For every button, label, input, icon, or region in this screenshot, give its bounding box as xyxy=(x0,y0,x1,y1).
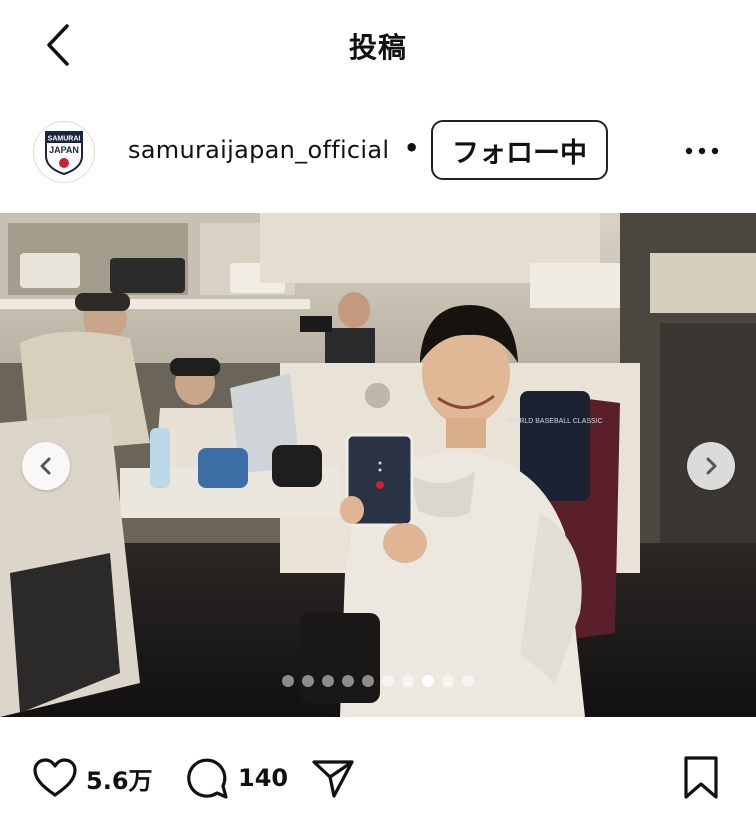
comment-button[interactable]: 140 xyxy=(184,750,288,806)
bookmark-icon xyxy=(684,756,718,799)
carousel-dot xyxy=(442,675,454,687)
carousel-indicator xyxy=(0,675,756,687)
carousel-dot xyxy=(462,675,474,687)
carousel-dot-active xyxy=(422,675,434,687)
carousel-dot xyxy=(322,675,334,687)
carousel-dot xyxy=(282,675,294,687)
top-bar: 投稿 xyxy=(0,0,756,90)
carousel-dot xyxy=(362,675,374,687)
heart-icon xyxy=(33,758,77,797)
share-button[interactable] xyxy=(310,750,356,806)
headrest-logo-text: WORLD BASEBALL CLASSIC xyxy=(507,418,602,425)
airplane-cabin-photo: WORLD BASEBALL CLASSIC xyxy=(0,213,756,717)
post-author-row: SAMURAI JAPAN samuraijapan_official • フォ… xyxy=(0,112,756,192)
carousel-dot xyxy=(382,675,394,687)
page-title: 投稿 xyxy=(348,31,407,64)
previous-slide-button[interactable] xyxy=(22,442,70,490)
username[interactable]: samuraijapan_official xyxy=(128,136,389,164)
comment-count: 140 xyxy=(238,764,289,792)
chevron-left-icon xyxy=(40,457,51,475)
samurai-japan-logo: SAMURAI JAPAN xyxy=(45,131,83,176)
separator-dot: • xyxy=(404,134,420,162)
save-button[interactable] xyxy=(682,750,720,806)
chevron-right-icon xyxy=(706,457,717,475)
post-action-bar: 5.6万 140 xyxy=(0,740,756,816)
send-icon xyxy=(312,760,354,798)
more-options-button[interactable] xyxy=(680,136,724,166)
carousel-dot xyxy=(402,675,414,687)
more-horizontal-icon xyxy=(685,147,719,155)
comment-icon xyxy=(187,758,228,799)
following-button[interactable]: フォロー中 xyxy=(431,120,608,180)
like-button[interactable]: 5.6万 xyxy=(32,750,153,806)
post-photo[interactable]: WORLD BASEBALL CLASSIC xyxy=(0,213,756,717)
next-slide-button[interactable] xyxy=(687,442,735,490)
avatar[interactable]: SAMURAI JAPAN xyxy=(33,121,95,183)
carousel-dot xyxy=(302,675,314,687)
logo-text-japan: JAPAN xyxy=(49,145,79,155)
like-count: 5.6万 xyxy=(86,766,153,795)
carousel-dot xyxy=(342,675,354,687)
logo-text-samurai: SAMURAI xyxy=(48,136,81,143)
